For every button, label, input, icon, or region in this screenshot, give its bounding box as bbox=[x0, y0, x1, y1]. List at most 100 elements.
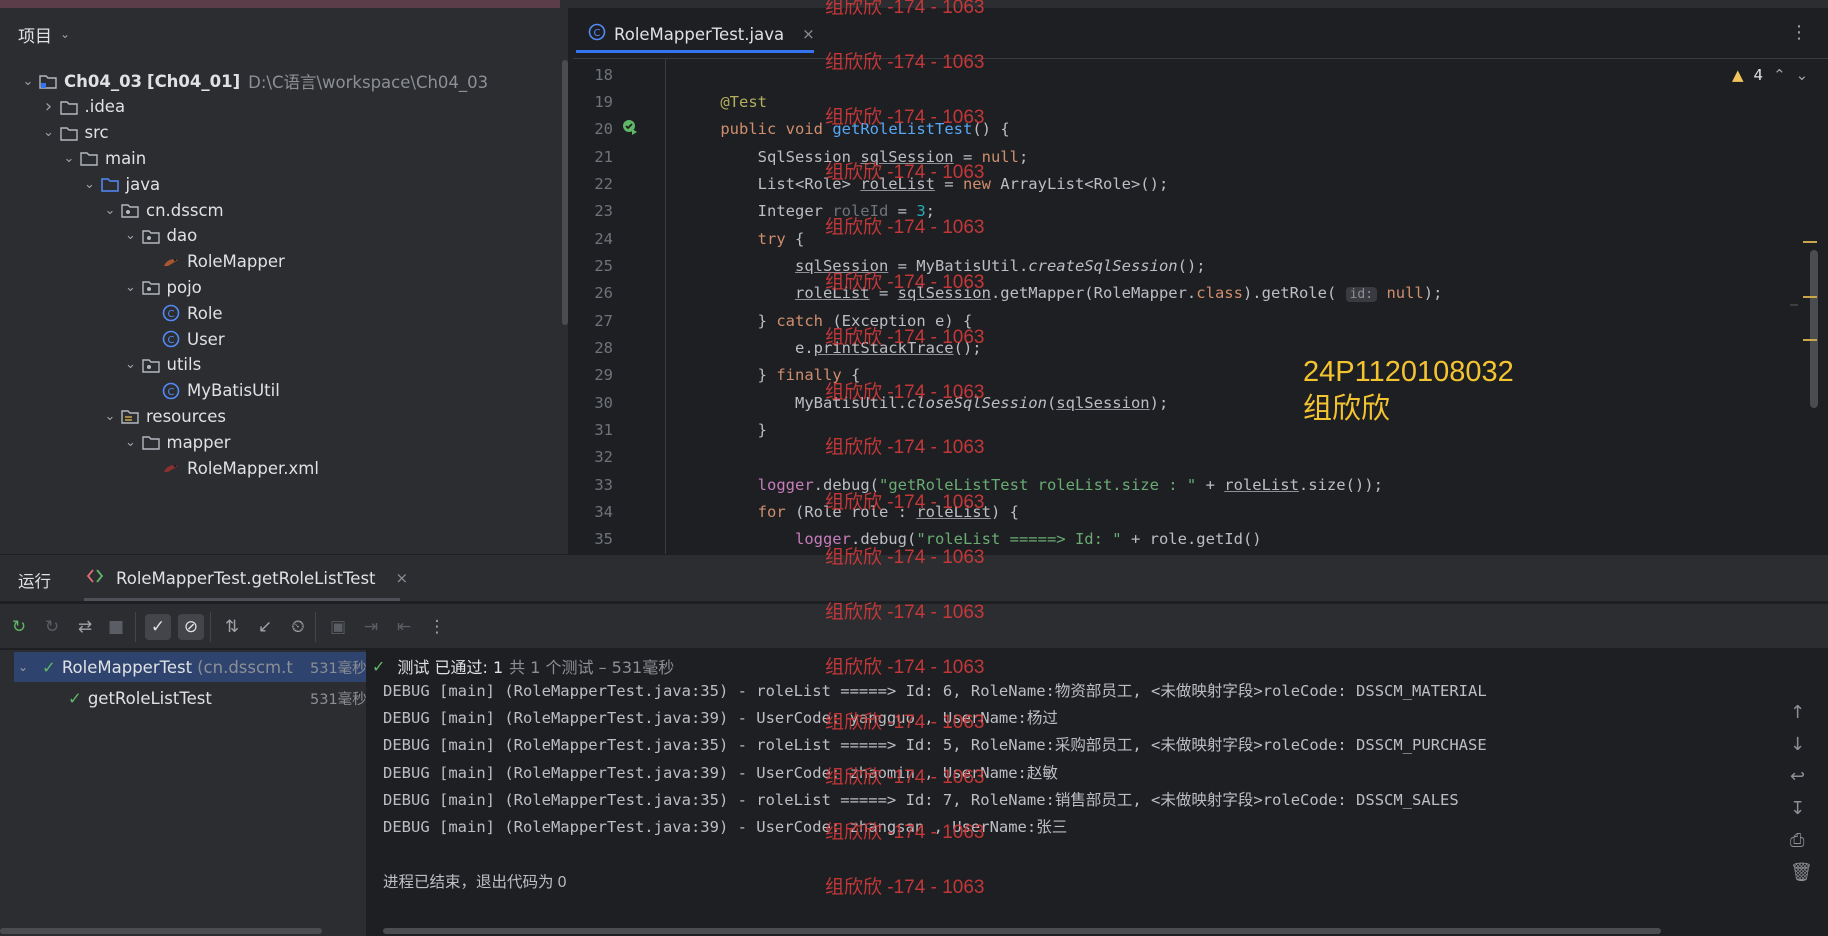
console-line: 进程已结束，退出代码为 0 bbox=[383, 873, 567, 891]
chevron-down-icon[interactable]: ⌄ bbox=[80, 177, 100, 192]
package-icon bbox=[141, 227, 161, 245]
watermark-text: 组欣欣 -174 - 1063 bbox=[825, 712, 985, 733]
watermark-text: 组欣欣 -174 - 1063 bbox=[825, 327, 985, 348]
warning-marker[interactable] bbox=[1803, 241, 1817, 243]
package-icon bbox=[141, 356, 161, 374]
chevron-down-icon[interactable]: ⌄ bbox=[121, 280, 141, 295]
code-line[interactable]: 19 @Test bbox=[573, 88, 767, 115]
chevron-down-icon[interactable]: ⌄ bbox=[121, 228, 141, 243]
test-class-package: (cn.dsscm.t bbox=[197, 657, 293, 677]
line-number: 21 bbox=[594, 147, 613, 166]
watermark-text: 组欣欣 -174 - 1063 bbox=[825, 822, 985, 843]
test-method-row[interactable]: ✓ getRoleListTest 531毫秒 bbox=[68, 684, 367, 712]
tree-item-rolemapper-xml[interactable]: RoleMapper.xml bbox=[141, 453, 319, 483]
code-text: roleList = sqlSession.getMapper(RoleMapp… bbox=[794, 284, 1443, 303]
code-line[interactable]: 18 bbox=[573, 61, 683, 88]
stop-icon[interactable]: ■ bbox=[103, 614, 129, 640]
folder-icon bbox=[141, 433, 161, 451]
watermark-text: 组欣欣 -174 - 1063 bbox=[825, 877, 985, 898]
chevron-up-icon[interactable]: ⌃ bbox=[1773, 66, 1786, 84]
code-line[interactable]: 31 } bbox=[573, 417, 767, 444]
chevron-down-icon[interactable]: ⌄ bbox=[100, 409, 120, 424]
line-number: 25 bbox=[594, 256, 613, 275]
more-icon[interactable]: ⋮ bbox=[424, 614, 450, 640]
tree-item-label: Ch04_03 bbox=[64, 71, 143, 91]
warning-marker[interactable] bbox=[1803, 296, 1817, 298]
chevron-down-icon[interactable]: ⌄ bbox=[121, 435, 141, 450]
rerun-failed-icon[interactable]: ↻ bbox=[39, 614, 65, 640]
inspection-widget[interactable]: ▲ 4 ⌃ ⌄ bbox=[1732, 66, 1808, 84]
console-line: DEBUG [main] (RoleMapperTest.java:35) - … bbox=[383, 736, 1487, 755]
sort-icon[interactable]: ⇅ bbox=[219, 614, 245, 640]
tests-scrollbar[interactable] bbox=[0, 928, 322, 934]
watermark-text: 组欣欣 -174 - 1063 bbox=[825, 492, 985, 513]
code-line[interactable]: 32 bbox=[573, 444, 683, 471]
folder-icon bbox=[59, 124, 79, 142]
warning-marker[interactable] bbox=[1803, 339, 1817, 341]
screenshot-icon[interactable]: ▣ bbox=[325, 614, 351, 640]
chevron-down-icon[interactable]: ⌄ bbox=[100, 203, 120, 218]
rerun-icon[interactable]: ↻ bbox=[6, 614, 32, 640]
watermark-text: 组欣欣 -174 - 1063 bbox=[825, 547, 985, 568]
code-line[interactable]: 24 try { bbox=[573, 225, 804, 252]
folder-icon bbox=[59, 98, 79, 116]
source-folder-icon bbox=[100, 175, 120, 193]
passed-check-icon: ✓ bbox=[68, 688, 82, 708]
tree-item-label: User bbox=[187, 329, 225, 349]
history-icon[interactable]: ⏲ bbox=[285, 614, 311, 640]
project-view-selector[interactable]: 项目 ⌄ bbox=[18, 22, 70, 47]
console-scrollbar[interactable] bbox=[383, 928, 1661, 934]
run-panel-title: 运行 bbox=[18, 572, 51, 591]
scroll-up-icon[interactable]: ↑ bbox=[1790, 702, 1805, 723]
run-test-icon[interactable] bbox=[621, 120, 639, 140]
scroll-down-icon[interactable]: ↓ bbox=[1790, 734, 1805, 755]
chevron-down-icon[interactable]: ⌄ bbox=[1796, 66, 1809, 84]
console-line: DEBUG [main] (RoleMapperTest.java:35) - … bbox=[383, 790, 1459, 809]
code-line[interactable]: 26 roleList = sqlSession.getMapper(RoleM… bbox=[573, 280, 1442, 307]
import-icon[interactable]: ⇥ bbox=[358, 614, 384, 640]
watermark-text: 组欣欣 -174 - 1063 bbox=[825, 437, 985, 458]
editor-scrollbar[interactable] bbox=[1810, 250, 1818, 408]
chevron-down-icon[interactable]: ⌄ bbox=[121, 357, 141, 372]
chevron-down-icon[interactable]: ⌄ bbox=[18, 74, 38, 89]
soft-wrap-icon[interactable]: ↩ bbox=[1790, 766, 1805, 787]
code-line[interactable]: 29 } finally { bbox=[573, 362, 860, 389]
show-passed-icon[interactable]: ✓ bbox=[145, 614, 171, 640]
line-number: 28 bbox=[594, 339, 613, 357]
tree-item-label: utils bbox=[166, 355, 202, 375]
tree-item-label: Role bbox=[187, 303, 223, 323]
export-icon[interactable]: ⇤ bbox=[391, 614, 417, 640]
line-number: 19 bbox=[594, 92, 613, 111]
class-icon: C bbox=[588, 23, 606, 45]
package-icon bbox=[120, 201, 140, 219]
class-icon: C bbox=[161, 304, 181, 322]
test-status-detail: 共 1 个测试 – 531毫秒 bbox=[509, 658, 675, 677]
line-number: 24 bbox=[594, 229, 613, 248]
line-number: 23 bbox=[594, 202, 613, 221]
chevron-right-icon[interactable]: › bbox=[39, 96, 59, 117]
line-number: 32 bbox=[594, 448, 613, 467]
trash-icon[interactable]: 🗑 bbox=[1790, 862, 1813, 883]
scroll-to-end-icon[interactable]: ↧ bbox=[1790, 798, 1805, 819]
project-scrollbar[interactable] bbox=[562, 60, 568, 325]
module-name: [Ch04_01] bbox=[147, 71, 241, 91]
show-ignored-icon[interactable]: ⊘ bbox=[178, 614, 204, 640]
line-number: 33 bbox=[594, 475, 613, 494]
tab-rolemappertest[interactable]: C RoleMapperTest.java × bbox=[588, 16, 815, 52]
close-run-tab-icon[interactable]: × bbox=[396, 569, 409, 587]
tree-item-label: java bbox=[125, 174, 161, 194]
print-icon[interactable]: ⎙ bbox=[1790, 830, 1804, 851]
chevron-down-icon[interactable]: ⌄ bbox=[39, 125, 59, 140]
collapse-icon[interactable]: ↙ bbox=[252, 614, 278, 640]
line-number: 22 bbox=[594, 174, 613, 193]
close-tab-icon[interactable]: × bbox=[802, 25, 815, 43]
run-config-tab[interactable]: RoleMapperTest.getRoleListTest × bbox=[86, 568, 408, 588]
test-class-row[interactable]: ⌄ ✓ RoleMapperTest (cn.dsscm.t 531毫秒 bbox=[18, 653, 367, 681]
editor-more-icon[interactable]: ⋮ bbox=[1790, 22, 1808, 43]
chevron-down-icon[interactable]: ⌄ bbox=[59, 151, 79, 166]
tree-item-label: dao bbox=[166, 226, 198, 246]
watermark-text: 组欣欣 -174 - 1063 bbox=[825, 107, 985, 128]
svg-text:C: C bbox=[168, 387, 175, 398]
tree-item-label: src bbox=[84, 123, 109, 143]
toggle-auto-test-icon[interactable]: ⇄ bbox=[72, 614, 98, 640]
